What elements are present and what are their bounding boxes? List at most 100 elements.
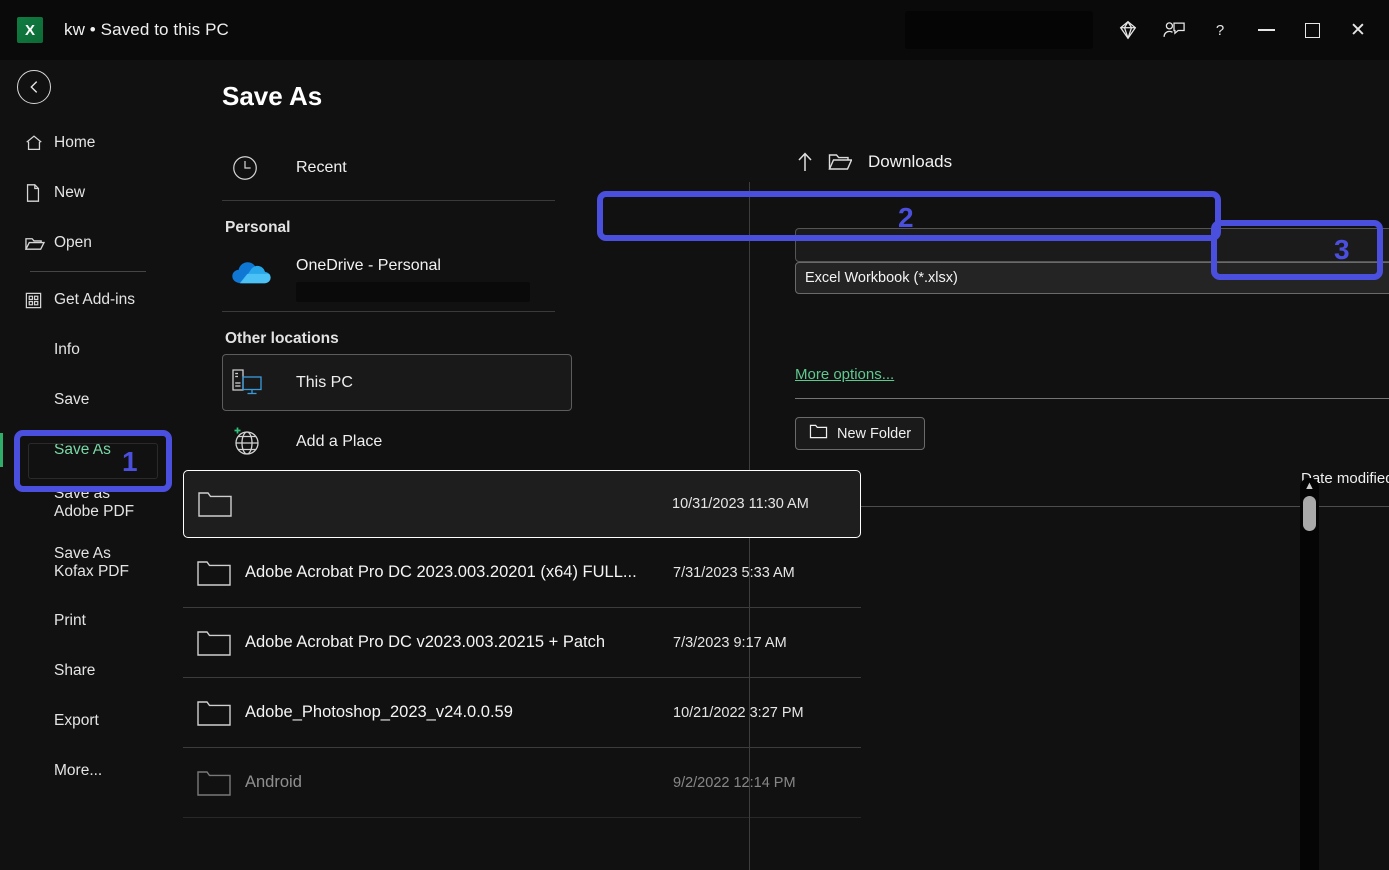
sidebar-item-save[interactable]: Save	[0, 383, 175, 417]
place-add-a-place[interactable]: Add a Place	[222, 414, 572, 470]
new-folder-icon	[809, 423, 828, 444]
table-row[interactable]: Adobe_Photoshop_2023_v24.0.0.59 10/21/20…	[183, 678, 861, 748]
places-separator	[222, 200, 555, 201]
open-folder-icon	[828, 152, 868, 172]
table-row[interactable]: 10/31/2023 11:30 AM	[183, 470, 861, 538]
sidebar-item-label: Share	[54, 661, 96, 679]
sidebar-item-get-add-ins[interactable]: Get Add-ins	[0, 283, 175, 317]
sidebar-item-label: Get Add-ins	[54, 290, 135, 308]
filetype-select[interactable]: Excel Workbook (*.xlsx) ▼	[795, 262, 1389, 294]
current-folder-name: Downloads	[868, 152, 953, 171]
folder-icon	[183, 768, 245, 798]
table-row[interactable]: Adobe Acrobat Pro DC v2023.003.20215 + P…	[183, 608, 861, 678]
sidebar-item-save-as-adobe-pdf[interactable]: Save as Adobe PDF	[0, 484, 175, 530]
file-date: 7/3/2023 9:17 AM	[673, 634, 787, 651]
more-options-link[interactable]: More options...	[795, 366, 894, 383]
place-this-pc[interactable]: This PC	[222, 354, 572, 411]
add-a-place-icon	[230, 426, 296, 458]
sidebar-divider	[30, 271, 146, 272]
file-date: 10/31/2023 11:30 AM	[672, 496, 809, 512]
folder-icon	[183, 558, 245, 588]
filename-input[interactable]	[795, 228, 1389, 262]
file-name: Adobe Acrobat Pro DC v2023.003.20215 + P…	[245, 633, 606, 651]
home-icon	[24, 132, 54, 154]
share-person-icon[interactable]	[1151, 7, 1197, 53]
save-location-panel: Downloads Excel Workbook (*.xlsx) ▼ More…	[795, 140, 1389, 507]
sidebar-item-label: Open	[54, 233, 92, 251]
back-icon[interactable]	[17, 70, 51, 104]
file-name: Android	[245, 773, 302, 791]
file-date: 9/2/2022 12:14 PM	[673, 774, 796, 791]
sidebar-item-save-as-kofax-pdf[interactable]: Save As Kofax PDF	[0, 544, 175, 590]
table-row[interactable]: Android 9/2/2022 12:14 PM	[183, 748, 861, 818]
annotation-number-2: 2	[898, 202, 914, 233]
sidebar-item-label: Home	[54, 133, 96, 151]
places-group-personal: Personal	[225, 219, 291, 236]
scrollbar-thumb[interactable]	[1303, 496, 1316, 531]
sidebar-item-more[interactable]: More...	[0, 754, 175, 788]
sidebar-item-open[interactable]: Open	[0, 226, 175, 260]
addins-icon	[24, 289, 54, 311]
sidebar-item-share[interactable]: Share	[0, 654, 175, 688]
place-label: OneDrive - Personal	[296, 257, 441, 274]
onedrive-cloud-icon	[230, 243, 296, 301]
minimize-icon[interactable]	[1243, 7, 1289, 53]
sidebar-item-label: Save	[54, 390, 90, 408]
sidebar-item-home[interactable]: Home	[0, 126, 175, 160]
place-onedrive-personal[interactable]: OneDrive - Personal	[222, 243, 572, 305]
path-breadcrumb: Downloads	[795, 140, 1389, 184]
place-label: Add a Place	[296, 433, 383, 450]
sidebar-item-export[interactable]: Export	[0, 704, 175, 738]
excel-backstage-save-as: X kw • Saved to this PC ? ✕ Home New Ope…	[0, 0, 1389, 870]
file-name: Adobe_Photoshop_2023_v24.0.0.59	[245, 703, 513, 721]
horizontal-rule	[795, 398, 1389, 399]
search-box-redacted[interactable]	[905, 11, 1093, 49]
new-folder-button[interactable]: New Folder	[795, 417, 926, 450]
onedrive-account-redacted	[296, 282, 530, 302]
file-date: 10/21/2022 3:27 PM	[673, 704, 804, 721]
annotation-number-3: 3	[1334, 234, 1350, 265]
file-list-scrollbar[interactable]: ▲ ▼	[1300, 478, 1319, 870]
annotation-inner-1	[28, 443, 158, 479]
folder-icon	[183, 628, 245, 658]
sidebar-item-label: Print	[54, 611, 86, 629]
title-bar: X kw • Saved to this PC ? ✕	[0, 0, 1389, 60]
new-document-icon	[24, 182, 54, 204]
sidebar-item-label: Save as Adobe PDF	[54, 485, 135, 521]
close-icon[interactable]: ✕	[1335, 7, 1381, 53]
sidebar-item-label: Save As Kofax PDF	[54, 545, 129, 581]
this-pc-icon	[230, 368, 296, 398]
folder-icon	[184, 489, 246, 519]
table-row[interactable]: Adobe Acrobat Pro DC 2023.003.20201 (x64…	[183, 538, 861, 608]
help-icon[interactable]: ?	[1197, 7, 1243, 53]
folder-icon	[183, 698, 245, 728]
maximize-icon[interactable]	[1289, 7, 1335, 53]
active-accent-bar	[0, 433, 3, 467]
place-recent[interactable]: Recent	[222, 140, 572, 196]
file-date: 7/31/2023 5:33 AM	[673, 564, 795, 581]
place-label: Recent	[296, 159, 347, 176]
sidebar-item-info[interactable]: Info	[0, 333, 175, 367]
onedrive-text-block: OneDrive - Personal	[296, 243, 530, 302]
file-name: Adobe Acrobat Pro DC 2023.003.20201 (x64…	[245, 563, 637, 581]
file-list[interactable]: 10/31/2023 11:30 AM Adobe Acrobat Pro DC…	[183, 470, 861, 870]
scroll-up-icon[interactable]: ▲	[1304, 478, 1315, 495]
places-separator	[222, 311, 555, 312]
clock-icon	[230, 153, 296, 183]
sidebar-item-label: Info	[54, 340, 80, 358]
sidebar-item-label: Export	[54, 711, 99, 729]
new-folder-label: New Folder	[837, 425, 912, 442]
open-folder-icon	[24, 232, 54, 254]
up-one-level-icon[interactable]	[795, 150, 828, 174]
annotation-number-1: 1	[122, 446, 138, 477]
sidebar-item-new[interactable]: New	[0, 176, 175, 210]
diamond-icon[interactable]	[1105, 7, 1151, 53]
filetype-value: Excel Workbook (*.xlsx)	[805, 270, 958, 286]
sidebar-item-label: New	[54, 183, 86, 201]
save-as-pane: Save As Recent Personal OneDrive - Perso…	[175, 60, 1389, 870]
document-title: kw • Saved to this PC	[64, 20, 229, 39]
excel-logo-icon: X	[17, 17, 43, 43]
sidebar-item-label: More...	[54, 761, 103, 779]
place-label: This PC	[296, 373, 353, 391]
sidebar-item-print[interactable]: Print	[0, 604, 175, 638]
